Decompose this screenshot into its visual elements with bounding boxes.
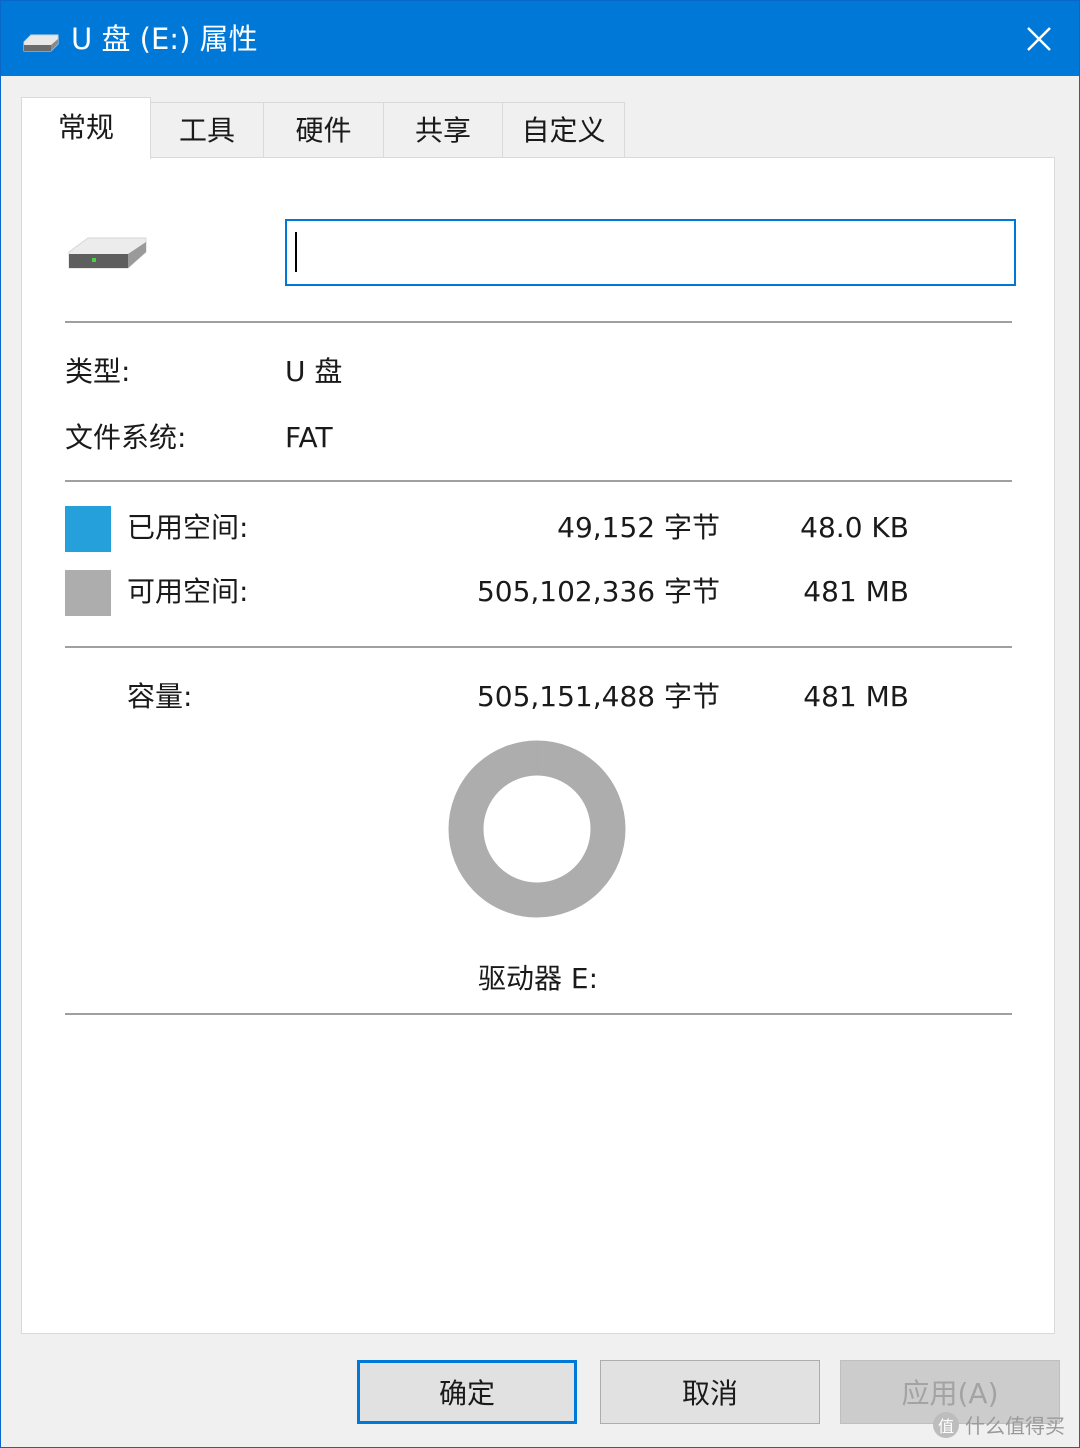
- used-space-bytes: 49,152 字节: [557, 511, 720, 544]
- watermark-text: 什么值得买: [965, 1414, 1065, 1438]
- capacity-label: 容量:: [127, 680, 193, 713]
- watermark: 值 什么值得买: [933, 1410, 1065, 1439]
- tab-sharing[interactable]: 共享: [383, 102, 503, 158]
- general-tab-panel: 类型: U 盘 文件系统: FAT 已用空间: 49,152 字节 48.0 K…: [21, 157, 1055, 1334]
- file-system-value: FAT: [285, 421, 333, 454]
- title-bar[interactable]: U 盘 (E:) 属性: [1, 1, 1079, 76]
- close-icon: [1027, 26, 1051, 51]
- tab-customize[interactable]: 自定义: [502, 102, 625, 158]
- used-space-size: 48.0 KB: [800, 511, 909, 544]
- text-caret: [295, 232, 297, 272]
- free-space-bytes: 505,102,336 字节: [476, 575, 720, 608]
- type-label: 类型:: [65, 355, 131, 388]
- volume-label-input[interactable]: [285, 219, 1016, 286]
- capacity-size: 481 MB: [803, 680, 909, 713]
- type-value: U 盘: [285, 355, 343, 388]
- cancel-button[interactable]: 取消: [600, 1360, 820, 1424]
- close-button[interactable]: [999, 1, 1079, 76]
- divider: [65, 646, 1012, 648]
- free-space-size: 481 MB: [803, 575, 909, 608]
- usb-drive-icon: [68, 237, 147, 269]
- used-space-label: 已用空间:: [127, 511, 249, 544]
- properties-window: U 盘 (E:) 属性 常规 工具 硬件 共享 自定义 类型: U 盘 文件系统…: [0, 0, 1080, 1448]
- free-space-ring: [448, 740, 626, 918]
- capacity-donut-chart: [448, 740, 626, 918]
- divider: [65, 321, 1012, 323]
- used-space-swatch: [65, 506, 111, 552]
- divider: [65, 480, 1012, 482]
- free-space-label: 可用空间:: [127, 575, 249, 608]
- drive-caption: 驱动器 E:: [477, 962, 599, 995]
- watermark-badge: 值: [933, 1411, 959, 1438]
- tab-hardware[interactable]: 硬件: [263, 102, 384, 158]
- ok-button[interactable]: 确定: [357, 1360, 577, 1424]
- tab-tools[interactable]: 工具: [150, 102, 264, 158]
- usb-drive-icon: [23, 34, 59, 52]
- free-space-swatch: [65, 570, 111, 616]
- divider: [65, 1013, 1012, 1015]
- file-system-label: 文件系统:: [65, 421, 187, 454]
- window-title: U 盘 (E:) 属性: [71, 22, 258, 56]
- capacity-bytes: 505,151,488 字节: [476, 680, 720, 713]
- tab-general[interactable]: 常规: [21, 97, 151, 159]
